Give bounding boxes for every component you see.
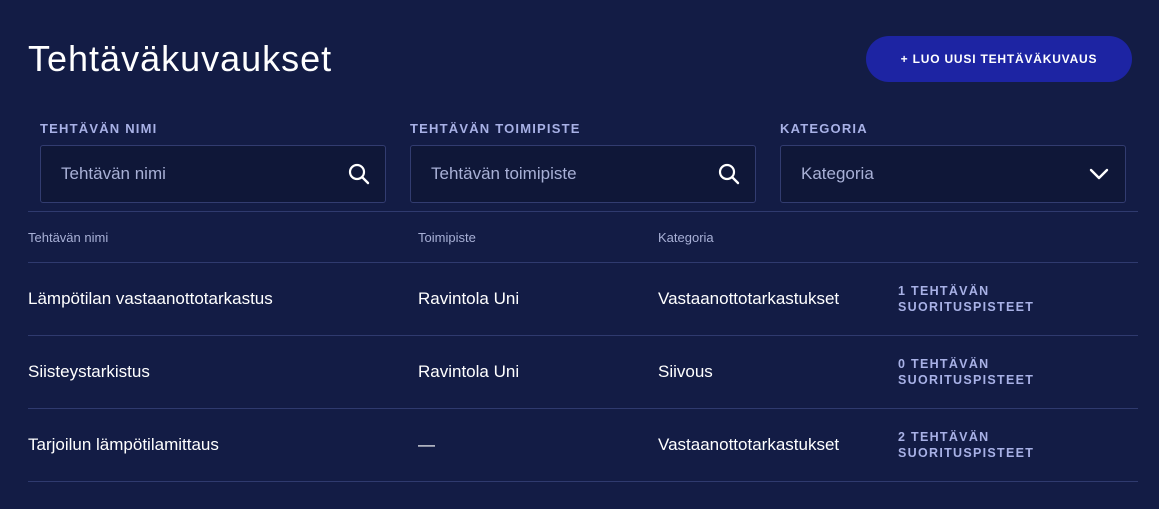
row-location: Ravintola Uni	[418, 289, 520, 308]
row-task-points-label: SUORITUSPISTEET	[898, 300, 1035, 314]
column-header-location[interactable]: Toimipiste	[418, 230, 476, 246]
row-task-name[interactable]: Lämpötilan vastaanottotarkastus	[28, 289, 273, 309]
row-task-name[interactable]: Tarjoilun lämpötilamittaus	[28, 435, 219, 455]
category-select[interactable]: Kategoria	[780, 145, 1126, 203]
row-task-points-label: SUORITUSPISTEET	[898, 446, 1035, 460]
category-select-value: Kategoria	[801, 164, 874, 183]
row-divider	[28, 335, 1138, 336]
row-task-points-label: SUORITUSPISTEET	[898, 373, 1035, 387]
row-task-points-count: 0 TEHTÄVÄN	[898, 357, 990, 371]
row-category: Siivous	[658, 362, 713, 381]
row-task-points-link[interactable]: 1 TEHTÄVÄN SUORITUSPISTEET	[898, 283, 1078, 315]
row-location: —	[418, 435, 435, 454]
filter-category-label: KATEGORIA	[780, 121, 868, 136]
row-location: Ravintola Uni	[418, 362, 520, 381]
filter-name-label: TEHTÄVÄN NIMI	[40, 121, 158, 136]
create-task-description-button[interactable]: + LUO UUSI TEHTÄVÄKUVAUS	[866, 36, 1132, 82]
row-task-points-count: 2 TEHTÄVÄN	[898, 430, 990, 444]
table-header-divider	[28, 262, 1138, 263]
row-task-points-link[interactable]: 0 TEHTÄVÄN SUORITUSPISTEET	[898, 356, 1078, 388]
search-icon[interactable]	[717, 162, 741, 186]
filter-category: KATEGORIA Kategoria	[780, 120, 1126, 203]
task-location-search-input[interactable]	[411, 146, 701, 202]
filter-location-box	[410, 145, 756, 203]
filter-name-box	[40, 145, 386, 203]
filter-location: TEHTÄVÄN TOIMIPISTE	[410, 120, 756, 203]
row-task-points-link[interactable]: 2 TEHTÄVÄN SUORITUSPISTEET	[898, 429, 1078, 461]
row-category: Vastaanottotarkastukset	[658, 435, 840, 454]
row-task-points-count: 1 TEHTÄVÄN	[898, 284, 990, 298]
filter-name: TEHTÄVÄN NIMI	[40, 120, 386, 203]
filter-location-label: TEHTÄVÄN TOIMIPISTE	[410, 121, 581, 136]
chevron-down-icon[interactable]	[1087, 162, 1111, 186]
column-header-category[interactable]: Kategoria	[658, 230, 714, 246]
task-name-search-input[interactable]	[41, 146, 331, 202]
row-divider	[28, 481, 1138, 482]
table-top-divider	[28, 211, 1138, 212]
row-category: Vastaanottotarkastukset	[658, 289, 840, 308]
row-divider	[28, 408, 1138, 409]
page-title: Tehtäväkuvaukset	[28, 38, 333, 79]
row-task-name[interactable]: Siisteystarkistus	[28, 362, 150, 382]
search-icon[interactable]	[347, 162, 371, 186]
column-header-name[interactable]: Tehtävän nimi	[28, 230, 108, 246]
